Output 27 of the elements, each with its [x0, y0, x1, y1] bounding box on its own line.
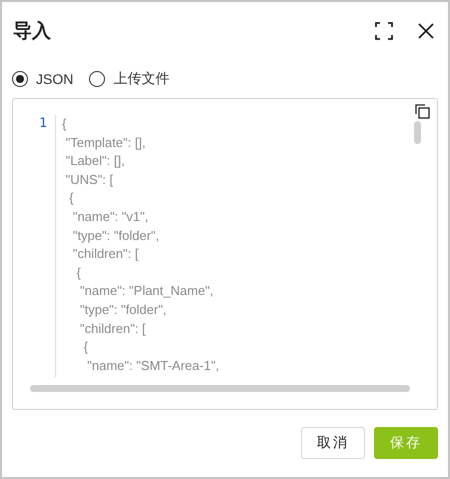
code-editor[interactable]: 1 { "Template": [], "Label": [], "UNS": [ { "name": "v1", "type": "folder", "children": [ { "name": "Plant_Name", "type": "folder", "children": [ { "name": "SMT-Area-1", [12, 98, 438, 410]
fullscreen-icon[interactable] [372, 19, 396, 43]
radio-icon[interactable] [89, 71, 106, 87]
code-line: "name": "Plant_Name", [79, 282, 214, 300]
radio-label: JSON [36, 71, 74, 87]
source-radio[interactable]: JSON [12, 71, 74, 87]
cancel-button[interactable]: 取消 [301, 427, 365, 459]
radio-icon[interactable] [12, 71, 28, 87]
vertical-scrollbar[interactable] [414, 121, 421, 144]
code-line: "Template": [], [64, 134, 147, 152]
code-line: "UNS": [ [64, 170, 114, 189]
source-radio[interactable]: 上传文件 [89, 70, 170, 88]
code-line: { [68, 189, 75, 208]
horizontal-scrollbar[interactable] [30, 385, 410, 392]
code-line: "children": [ [79, 320, 147, 338]
code-line: "name": "v1", [72, 208, 150, 226]
code-line: { [62, 115, 68, 133]
code-line: { [75, 264, 82, 282]
code-line: "children": [ [72, 245, 140, 264]
code-line: "type": "folder", [72, 226, 160, 245]
radio-label: 上传文件 [113, 70, 170, 88]
code-line: "name": "SMT-Area-1", [86, 356, 220, 375]
line-number: 1 [39, 115, 47, 133]
dialog-title: 导入 [13, 20, 52, 44]
code-line: "type": "folder", [79, 300, 168, 319]
code-line: { [82, 338, 90, 356]
code-line: "Label": [], [64, 152, 126, 170]
